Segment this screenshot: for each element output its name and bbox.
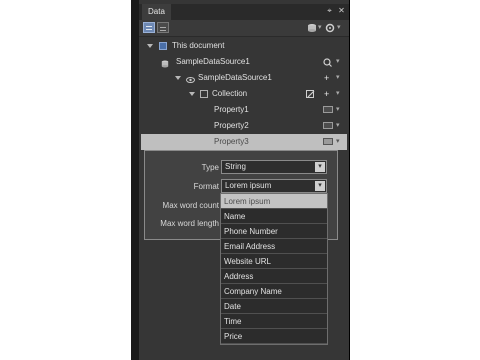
format-dropdown[interactable]: Lorem ipsum ▾ bbox=[221, 179, 327, 193]
chevron-down-icon[interactable]: ▾ bbox=[336, 54, 340, 70]
details-mode-button[interactable] bbox=[157, 22, 169, 33]
tree-item-label: SampleDataSource1 bbox=[198, 73, 272, 82]
pin-icon[interactable]: ⌖ bbox=[325, 6, 334, 15]
panel-toolbar: ▾ ▾ bbox=[139, 20, 349, 37]
image-type-icon[interactable] bbox=[323, 122, 333, 129]
chevron-down-icon[interactable]: ▾ bbox=[336, 86, 340, 102]
tree-item-label: This document bbox=[172, 41, 225, 50]
tree-item-label: Property3 bbox=[214, 137, 249, 146]
format-label: Format bbox=[193, 182, 219, 191]
document-icon bbox=[159, 42, 167, 50]
format-option[interactable]: Email Address bbox=[221, 239, 327, 254]
expander-icon[interactable] bbox=[175, 76, 181, 80]
chevron-down-icon[interactable]: ▾ bbox=[336, 134, 340, 150]
tree-item-property3[interactable]: Property3 ▾ bbox=[141, 134, 347, 150]
tree-item-label: Collection bbox=[212, 89, 248, 98]
format-value: Lorem ipsum bbox=[225, 181, 272, 190]
format-option[interactable]: Website URL bbox=[221, 254, 327, 269]
string-type-icon[interactable] bbox=[323, 106, 333, 113]
page-background-left bbox=[0, 0, 131, 360]
tree-item-datasource-child[interactable]: SampleDataSource1 + ▾ bbox=[139, 70, 349, 86]
datasource-options-icon[interactable] bbox=[323, 57, 332, 67]
type-dropdown[interactable]: String ▾ bbox=[221, 160, 327, 174]
type-label: Type bbox=[201, 163, 219, 172]
tree-item-datasource[interactable]: SampleDataSource1 ▾ bbox=[139, 54, 349, 70]
string-type-icon[interactable] bbox=[323, 138, 333, 145]
tree-item-label: SampleDataSource1 bbox=[176, 57, 250, 66]
chevron-down-icon[interactable]: ▾ bbox=[336, 102, 340, 118]
settings-menu-icon[interactable] bbox=[325, 23, 335, 33]
chevron-down-icon[interactable]: ▾ bbox=[337, 23, 341, 31]
close-icon[interactable]: ✕ bbox=[337, 6, 346, 15]
format-option[interactable]: Company Name bbox=[221, 284, 327, 299]
edit-icon[interactable] bbox=[306, 89, 315, 98]
tree-item-property2[interactable]: Property2 ▾ bbox=[139, 118, 349, 134]
format-option[interactable]: Name bbox=[221, 209, 327, 224]
add-property-button[interactable]: + bbox=[324, 70, 329, 86]
tree-item-label: Property2 bbox=[214, 121, 249, 130]
collection-icon bbox=[200, 90, 208, 98]
database-menu-icon[interactable] bbox=[307, 23, 317, 33]
tree-item-property1[interactable]: Property1 ▾ bbox=[139, 102, 349, 118]
expander-icon[interactable] bbox=[147, 44, 153, 48]
format-options-list: Lorem ipsum Name Phone Number Email Addr… bbox=[220, 193, 328, 345]
chevron-down-icon[interactable]: ▾ bbox=[336, 118, 340, 134]
format-option[interactable]: Phone Number bbox=[221, 224, 327, 239]
format-option[interactable]: Lorem ipsum bbox=[221, 194, 327, 209]
data-panel: Data ⌖ ✕ ▾ ▾ This document SampleDataSou… bbox=[139, 0, 349, 360]
chevron-down-icon[interactable]: ▾ bbox=[336, 70, 340, 86]
format-option[interactable]: Time bbox=[221, 314, 327, 329]
eye-icon bbox=[186, 74, 195, 83]
chevron-down-icon[interactable]: ▾ bbox=[315, 162, 325, 172]
max-word-length-label: Max word length bbox=[160, 219, 219, 228]
add-property-button[interactable]: + bbox=[324, 86, 329, 102]
chevron-down-icon[interactable]: ▾ bbox=[318, 23, 322, 31]
list-mode-button[interactable] bbox=[143, 22, 155, 33]
expander-icon[interactable] bbox=[189, 92, 195, 96]
format-option[interactable]: Price bbox=[221, 329, 327, 344]
type-value: String bbox=[225, 162, 246, 171]
format-option[interactable]: Date bbox=[221, 299, 327, 314]
database-icon bbox=[161, 58, 169, 68]
page-background-right bbox=[350, 0, 480, 360]
tree-item-this-document[interactable]: This document bbox=[139, 38, 349, 54]
format-option[interactable]: Address bbox=[221, 269, 327, 284]
tree-item-collection[interactable]: Collection + ▾ bbox=[139, 86, 349, 102]
panel-left-edge bbox=[131, 0, 139, 360]
max-word-count-label: Max word count bbox=[162, 201, 219, 210]
panel-tab[interactable]: Data bbox=[142, 4, 171, 20]
chevron-down-icon[interactable]: ▾ bbox=[315, 181, 325, 191]
tree-item-label: Property1 bbox=[214, 105, 249, 114]
